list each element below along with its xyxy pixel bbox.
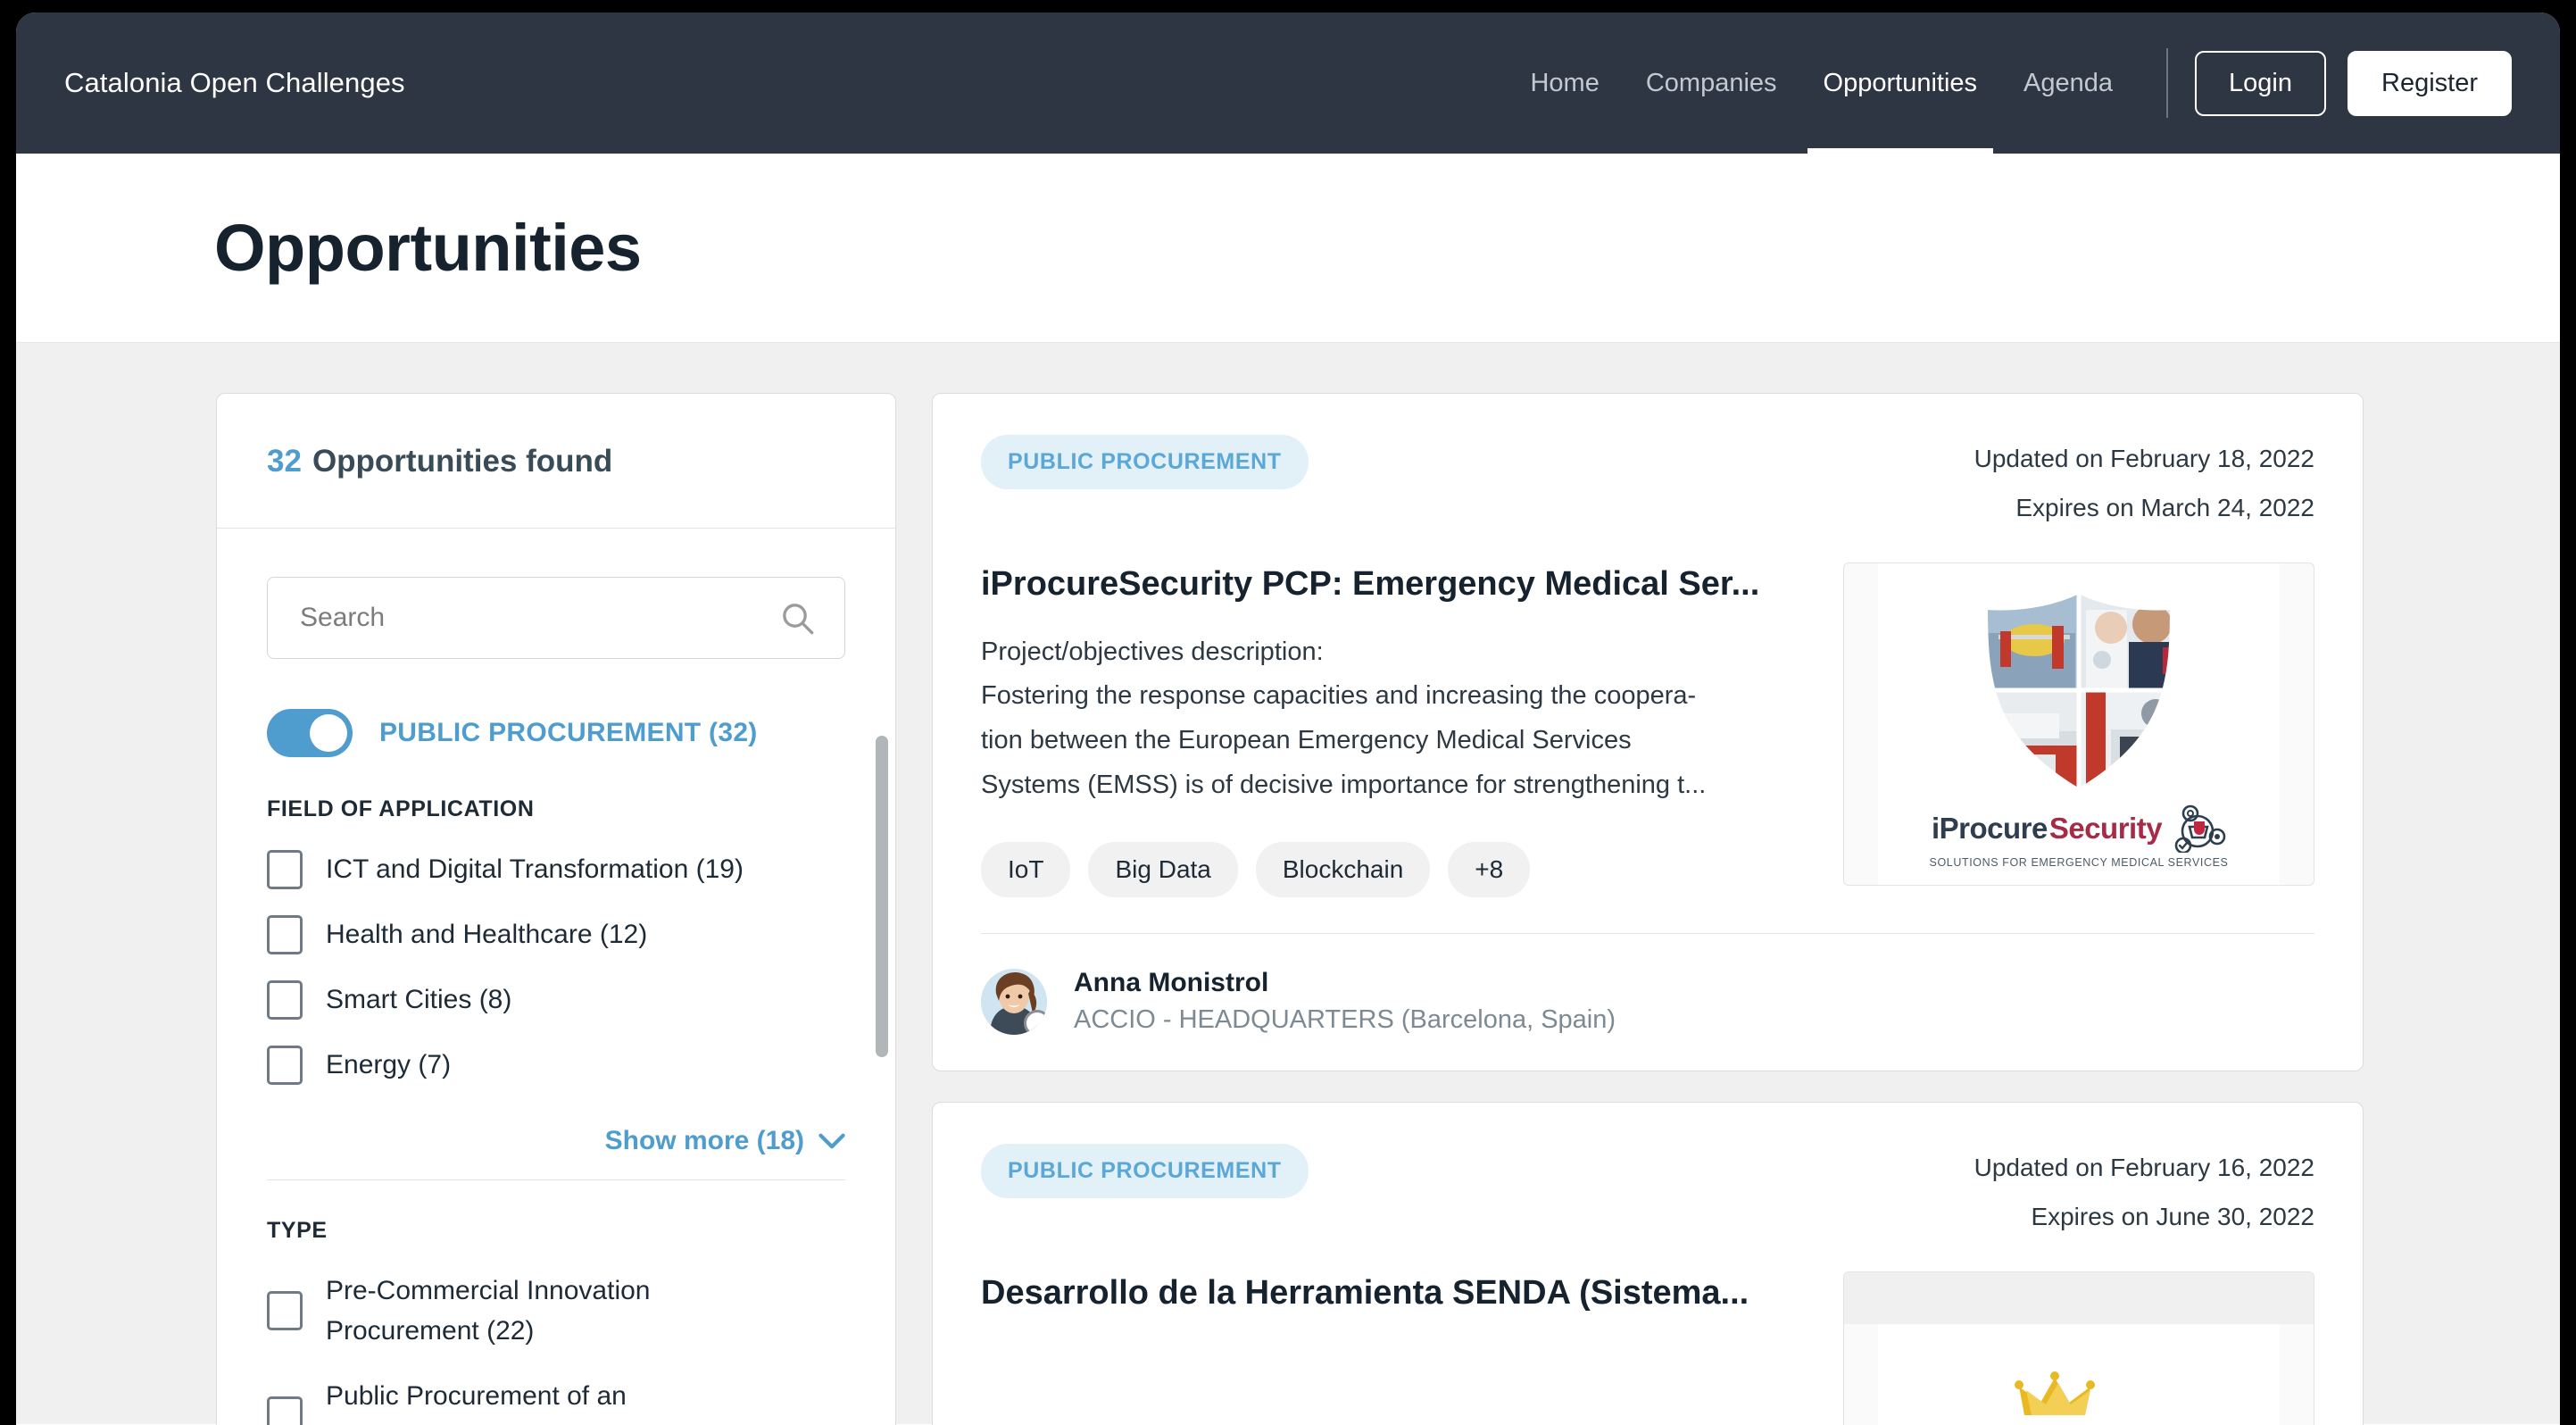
- opportunity-description: Project/objectives description: Fosterin…: [981, 630, 1799, 809]
- results-summary: 32 Opportunities found: [217, 394, 895, 529]
- public-procurement-toggle-row[interactable]: PUBLIC PROCUREMENT (32): [267, 709, 845, 757]
- filter-label: Public Procurement of an Innovative: [326, 1381, 627, 1425]
- author-name[interactable]: Anna Monistrol: [1074, 968, 1616, 998]
- checkbox-icon[interactable]: [267, 979, 303, 1020]
- avatar: [981, 968, 1047, 1035]
- author-organization: ACCIO - HEADQUARTERS (Barcelona, Spain): [1074, 1005, 1616, 1035]
- browser-window: Catalonia Open Challenges Home Companies…: [16, 12, 2560, 1425]
- filter-body: PUBLIC PROCUREMENT (32) FIELD OF APPLICA…: [217, 529, 895, 1425]
- card-text-block: Desarrollo de la Herramienta SENDA (Sist…: [981, 1271, 1799, 1425]
- opportunity-title[interactable]: iProcureSecurity PCP: Emergency Medical …: [981, 562, 1799, 606]
- filter-group-title-field-of-application: FIELD OF APPLICATION: [267, 796, 535, 821]
- chevron-down-icon: [819, 1133, 845, 1149]
- nav-item-companies[interactable]: Companies: [1623, 12, 1800, 154]
- card-dates: Updated on February 18, 2022 Expires on …: [1974, 435, 2314, 532]
- checkbox-icon[interactable]: [267, 914, 303, 954]
- card-text-block: iProcureSecurity PCP: Emergency Medical …: [981, 562, 1799, 898]
- card-body: Desarrollo de la Herramienta SENDA (Sist…: [981, 1271, 2314, 1425]
- checkbox-icon[interactable]: [267, 1291, 303, 1330]
- filter-checkbox-pre-commercial-innovation-procurement[interactable]: Pre-Commercial Innovation Procurement (2…: [267, 1271, 845, 1351]
- main-nav-links: Home Companies Opportunities Agenda: [1507, 12, 2136, 154]
- search-input[interactable]: [267, 577, 845, 659]
- card-dates: Updated on February 16, 2022 Expires on …: [1974, 1144, 2314, 1241]
- updated-date: Updated on February 16, 2022: [1974, 1154, 2314, 1182]
- filter-label: Energy (7): [326, 1050, 452, 1079]
- public-procurement-toggle[interactable]: [267, 709, 353, 757]
- status-badge: PUBLIC PROCUREMENT: [981, 435, 1309, 489]
- results-count: 32: [267, 444, 302, 479]
- page-hero: Opportunities: [16, 154, 2560, 343]
- filter-group-title-type: TYPE: [267, 1218, 328, 1243]
- card-author-footer: Anna Monistrol ACCIO - HEADQUARTERS (Bar…: [981, 933, 2314, 1035]
- thumbnail-logo: iProcure Security: [1931, 804, 2226, 854]
- description-line: tion between the European Emergency Medi…: [981, 726, 1632, 755]
- filter-panel-scrollbar[interactable]: [876, 736, 888, 1057]
- description-line: Systems (EMSS) is of decisive importance…: [981, 771, 1707, 800]
- filter-label: ICT and Digital Transformation (19): [326, 854, 744, 884]
- thumbnail-inner: [1878, 1324, 2280, 1425]
- login-button[interactable]: Login: [2195, 50, 2326, 116]
- show-more-button[interactable]: Show more (18): [267, 1110, 845, 1180]
- shield-collage-image: [1983, 589, 2174, 793]
- logo-tagline: SOLUTIONS FOR EMERGENCY MEDICAL SERVICES: [1929, 856, 2229, 870]
- tag[interactable]: Big Data: [1088, 842, 1238, 898]
- checkbox-icon[interactable]: [267, 1396, 303, 1425]
- top-navigation-bar: Catalonia Open Challenges Home Companies…: [16, 12, 2560, 154]
- filter-checkbox-smart-cities[interactable]: Smart Cities (8): [267, 979, 845, 1020]
- tag[interactable]: IoT: [981, 842, 1071, 898]
- opportunity-card[interactable]: PUBLIC PROCUREMENT Updated on February 1…: [932, 393, 2364, 1072]
- logo-text-secondary: Security: [2048, 812, 2163, 846]
- opportunity-thumbnail: iProcure Security SOLUTIONS FOR EMERGENC…: [1843, 562, 2314, 887]
- filter-label: Pre-Commercial Innovation Procurement (2…: [326, 1276, 651, 1346]
- nav-right-group: Home Companies Opportunities Agenda Logi…: [1507, 12, 2512, 154]
- register-button[interactable]: Register: [2347, 50, 2512, 116]
- expires-date: Expires on June 30, 2022: [2031, 1202, 2314, 1230]
- nav-item-home[interactable]: Home: [1507, 12, 1622, 154]
- card-header: PUBLIC PROCUREMENT Updated on February 1…: [981, 1144, 2314, 1241]
- avatar-status-badge: [1024, 1009, 1047, 1035]
- description-line: Project/objectives description:: [981, 637, 1324, 666]
- checkbox-icon[interactable]: [267, 1045, 303, 1085]
- checkbox-icon[interactable]: [267, 849, 303, 889]
- tag[interactable]: Blockchain: [1255, 842, 1431, 898]
- page-title: Opportunities: [214, 211, 642, 285]
- search-box: [267, 577, 845, 659]
- filter-checkbox-ict-and-digital-transformation[interactable]: ICT and Digital Transformation (19): [267, 849, 845, 889]
- updated-date: Updated on February 18, 2022: [1974, 445, 2314, 472]
- expires-date: Expires on March 24, 2022: [2015, 493, 2314, 521]
- results-list: PUBLIC PROCUREMENT Updated on February 1…: [932, 393, 2364, 1425]
- description-line: Fostering the response capacities and in…: [981, 681, 1697, 711]
- opportunity-card[interactable]: PUBLIC PROCUREMENT Updated on February 1…: [932, 1102, 2364, 1425]
- nav-item-opportunities[interactable]: Opportunities: [1800, 12, 2001, 154]
- thumbnail-inner: iProcure Security SOLUTIONS FOR EMERGENC…: [1878, 563, 2280, 886]
- toggle-knob: [310, 714, 347, 752]
- logo-text-primary: iProcure: [1931, 812, 2048, 846]
- main-content: 32 Opportunities found PUBLIC PROCUREMEN…: [16, 343, 2560, 1425]
- author-info: Anna Monistrol ACCIO - HEADQUARTERS (Bar…: [1074, 968, 1616, 1035]
- crown-logo-image: [2015, 1371, 2095, 1416]
- tag-more-count[interactable]: +8: [1448, 842, 1531, 898]
- opportunity-title[interactable]: Desarrollo de la Herramienta SENDA (Sist…: [981, 1271, 1799, 1315]
- tag-list: IoT Big Data Blockchain +8: [981, 842, 1799, 898]
- thumbnail-header-band: [1844, 1272, 2314, 1325]
- filter-panel: 32 Opportunities found PUBLIC PROCUREMEN…: [216, 393, 896, 1425]
- procurement-network-icon: [2174, 804, 2226, 854]
- card-body: iProcureSecurity PCP: Emergency Medical …: [981, 562, 2314, 898]
- opportunity-thumbnail: [1843, 1271, 2314, 1425]
- show-more-label: Show more (18): [604, 1126, 804, 1155]
- brand-logo-text[interactable]: Catalonia Open Challenges: [64, 67, 405, 99]
- card-header: PUBLIC PROCUREMENT Updated on February 1…: [981, 435, 2314, 532]
- filter-label: Health and Healthcare (12): [326, 920, 648, 949]
- public-procurement-toggle-label: PUBLIC PROCUREMENT (32): [379, 718, 758, 747]
- filter-checkbox-public-procurement-of-an-innovative[interactable]: Public Procurement of an Innovative: [267, 1376, 845, 1425]
- filter-checkbox-health-and-healthcare[interactable]: Health and Healthcare (12): [267, 914, 845, 954]
- nav-divider: [2166, 48, 2169, 118]
- nav-item-agenda[interactable]: Agenda: [2000, 12, 2136, 154]
- results-label: Opportunities found: [312, 444, 613, 479]
- filter-checkbox-energy[interactable]: Energy (7): [267, 1045, 845, 1085]
- filter-label: Smart Cities (8): [326, 985, 512, 1014]
- status-badge: PUBLIC PROCUREMENT: [981, 1144, 1309, 1199]
